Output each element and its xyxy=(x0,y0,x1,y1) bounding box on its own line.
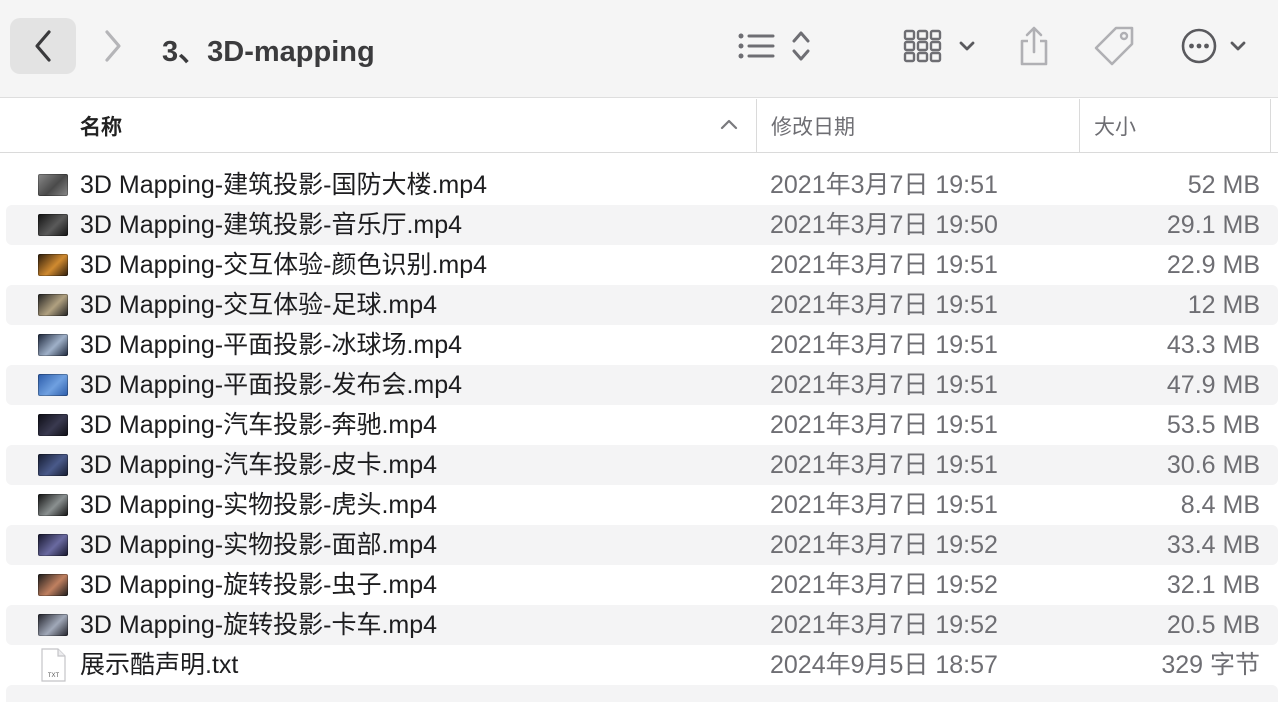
file-date-modified: 2021年3月7日 19:51 xyxy=(770,171,998,199)
file-size: 32.1 MB xyxy=(1166,571,1260,599)
column-header: 名称 修改日期 大小 xyxy=(0,99,1278,153)
file-name[interactable]: 3D Mapping-平面投影-冰球场.mp4 xyxy=(80,325,462,365)
file-row[interactable]: 3D Mapping-平面投影-冰球场.mp4 2021年3月7日 19:51 43… xyxy=(0,325,1278,365)
file-date-modified: 2021年3月7日 19:51 xyxy=(770,251,998,279)
file-size: 12 MB xyxy=(1187,291,1260,319)
sort-arrows-icon xyxy=(792,31,810,61)
more-icon xyxy=(1181,28,1217,64)
file-row[interactable]: 3D Mapping-实物投影-面部.mp4 2021年3月7日 19:52 33.… xyxy=(0,525,1278,565)
file-size: 52 MB xyxy=(1187,171,1260,199)
video-thumbnail-icon xyxy=(38,454,68,476)
chevron-left-icon xyxy=(35,30,51,62)
file-row[interactable]: 3D Mapping-交互体验-颜色识别.mp4 2021年3月7日 19:51 2… xyxy=(0,245,1278,285)
file-date-modified: 2021年3月7日 19:51 xyxy=(770,411,998,439)
file-name[interactable]: 3D Mapping-建筑投影-国防大楼.mp4 xyxy=(80,165,487,205)
grid-view-icon xyxy=(903,29,942,63)
chevron-down-icon xyxy=(1230,41,1246,51)
file-row[interactable]: 3D Mapping-建筑投影-音乐厅.mp4 2021年3月7日 19:50 29… xyxy=(0,205,1278,245)
file-row[interactable]: 3D Mapping-汽车投影-皮卡.mp4 2021年3月7日 19:51 30.… xyxy=(0,445,1278,485)
file-size: 53.5 MB xyxy=(1166,411,1260,439)
back-button[interactable] xyxy=(10,18,76,74)
file-row[interactable]: 3D Mapping-实物投影-虎头.mp4 2021年3月7日 19:51 8.4… xyxy=(0,485,1278,525)
file-name[interactable]: 3D Mapping-旋转投影-虫子.mp4 xyxy=(80,565,437,605)
file-name[interactable]: 3D Mapping-交互体验-颜色识别.mp4 xyxy=(80,245,487,285)
file-date-modified: 2021年3月7日 19:52 xyxy=(770,611,998,639)
more-actions-button[interactable] xyxy=(1174,22,1254,70)
chevron-right-icon xyxy=(105,30,121,62)
empty-row-stripe xyxy=(6,685,1278,702)
file-date-modified: 2024年9月5日 18:57 xyxy=(770,651,998,679)
file-date-modified: 2021年3月7日 19:51 xyxy=(770,291,998,319)
file-name[interactable]: 3D Mapping-建筑投影-音乐厅.mp4 xyxy=(80,205,462,245)
file-name[interactable]: 3D Mapping-实物投影-虎头.mp4 xyxy=(80,485,437,525)
file-row[interactable]: TXT 展示酷声明.txt 2024年9月5日 18:57 329 字节 xyxy=(0,645,1278,685)
file-date-modified: 2021年3月7日 19:51 xyxy=(770,331,998,359)
forward-button[interactable] xyxy=(90,18,136,74)
column-header-size[interactable]: 大小 xyxy=(1079,99,1271,152)
file-date-modified: 2021年3月7日 19:52 xyxy=(770,531,998,559)
text-document-icon-label: TXT xyxy=(48,673,60,679)
tag-icon xyxy=(1094,26,1134,66)
grid-view-button[interactable] xyxy=(900,22,980,70)
video-thumbnail-icon xyxy=(38,174,68,196)
video-thumbnail-icon xyxy=(38,534,68,556)
finder-toolbar: 3、3D-mapping xyxy=(0,0,1278,98)
file-row[interactable]: 3D Mapping-平面投影-发布会.mp4 2021年3月7日 19:51 47… xyxy=(0,365,1278,405)
share-button[interactable] xyxy=(1012,20,1056,72)
column-header-name[interactable]: 名称 xyxy=(80,99,752,152)
file-size: 43.3 MB xyxy=(1166,331,1260,359)
share-icon xyxy=(1020,26,1048,66)
video-thumbnail-icon xyxy=(38,614,68,636)
column-header-date-modified[interactable]: 修改日期 xyxy=(756,99,1078,152)
file-date-modified: 2021年3月7日 19:51 xyxy=(770,371,998,399)
file-size: 29.1 MB xyxy=(1166,211,1260,239)
file-size: 22.9 MB xyxy=(1166,251,1260,279)
file-name[interactable]: 3D Mapping-实物投影-面部.mp4 xyxy=(80,525,437,565)
video-thumbnail-icon xyxy=(38,574,68,596)
file-size: 329 字节 xyxy=(1161,651,1260,679)
video-thumbnail-icon xyxy=(38,494,68,516)
file-row[interactable]: 3D Mapping-建筑投影-国防大楼.mp4 2021年3月7日 19:51 5… xyxy=(0,165,1278,205)
file-row[interactable]: 3D Mapping-旋转投影-卡车.mp4 2021年3月7日 19:52 20.… xyxy=(0,605,1278,645)
file-size: 30.6 MB xyxy=(1166,451,1260,479)
file-name[interactable]: 3D Mapping-汽车投影-皮卡.mp4 xyxy=(80,445,437,485)
file-size: 47.9 MB xyxy=(1166,371,1260,399)
file-list: 3D Mapping-建筑投影-国防大楼.mp4 2021年3月7日 19:51 5… xyxy=(0,165,1278,685)
file-size: 8.4 MB xyxy=(1180,491,1260,519)
list-view-icon xyxy=(738,33,775,59)
tag-button[interactable] xyxy=(1088,20,1140,72)
video-thumbnail-icon xyxy=(38,214,68,236)
file-name[interactable]: 3D Mapping-交互体验-足球.mp4 xyxy=(80,285,437,325)
video-thumbnail-icon xyxy=(38,254,68,276)
video-thumbnail-icon xyxy=(38,374,68,396)
chevron-up-icon[interactable] xyxy=(718,114,740,136)
video-thumbnail-icon xyxy=(38,414,68,436)
text-document-icon: TXT xyxy=(41,648,66,682)
chevron-down-icon xyxy=(959,41,975,51)
file-name[interactable]: 展示酷声明.txt xyxy=(80,645,238,685)
file-size: 33.4 MB xyxy=(1166,531,1260,559)
file-name[interactable]: 3D Mapping-平面投影-发布会.mp4 xyxy=(80,365,462,405)
file-size: 20.5 MB xyxy=(1166,611,1260,639)
video-thumbnail-icon xyxy=(38,334,68,356)
file-name[interactable]: 3D Mapping-旋转投影-卡车.mp4 xyxy=(80,605,437,645)
file-date-modified: 2021年3月7日 19:51 xyxy=(770,491,998,519)
list-view-button[interactable] xyxy=(732,24,816,68)
file-date-modified: 2021年3月7日 19:51 xyxy=(770,451,998,479)
file-date-modified: 2021年3月7日 19:52 xyxy=(770,571,998,599)
video-thumbnail-icon xyxy=(38,294,68,316)
file-row[interactable]: 3D Mapping-交互体验-足球.mp4 2021年3月7日 19:51 12 … xyxy=(0,285,1278,325)
file-row[interactable]: 3D Mapping-旋转投影-虫子.mp4 2021年3月7日 19:52 32.… xyxy=(0,565,1278,605)
file-name[interactable]: 3D Mapping-汽车投影-奔驰.mp4 xyxy=(80,405,437,445)
file-date-modified: 2021年3月7日 19:50 xyxy=(770,211,998,239)
window-title: 3、3D-mapping xyxy=(162,36,375,68)
file-row[interactable]: 3D Mapping-汽车投影-奔驰.mp4 2021年3月7日 19:51 53.… xyxy=(0,405,1278,445)
